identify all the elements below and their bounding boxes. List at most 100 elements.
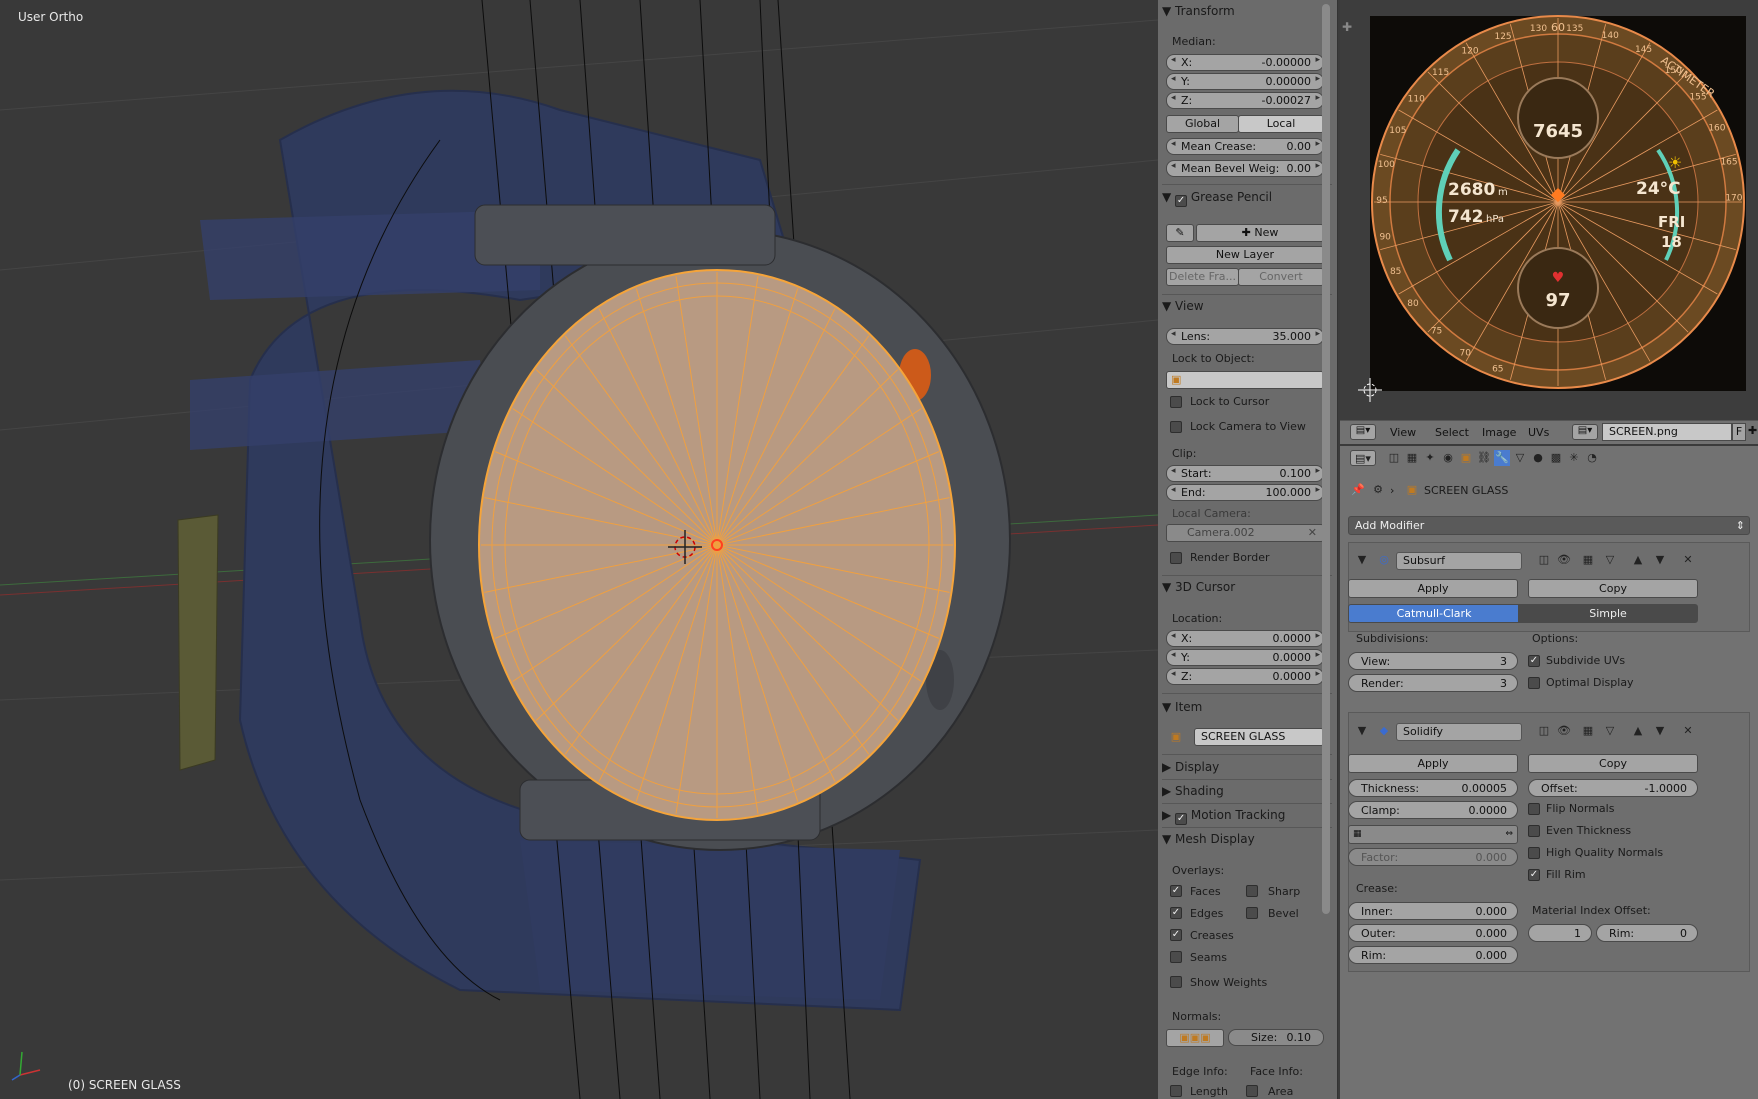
collapse-icon[interactable]: ▼: [1354, 552, 1370, 568]
render-layers-tab-icon[interactable]: ▦: [1404, 450, 1420, 466]
sharp-checkbox[interactable]: [1246, 885, 1258, 897]
properties-n-panel[interactable]: ▼ Transform Median: ◂ X: -0.00000 ▸ ◂ Y: 0.00…: [1158, 0, 1338, 1099]
render-toggle-icon[interactable]: ◫: [1536, 552, 1552, 568]
global-button[interactable]: Global: [1166, 115, 1239, 133]
normal-size-field[interactable]: Size: 0.10: [1228, 1029, 1324, 1046]
faces-checkbox[interactable]: ✓: [1170, 885, 1182, 897]
crease-outer-field[interactable]: Outer: 0.000: [1348, 924, 1518, 942]
viewport-scene[interactable]: [0, 0, 1158, 1099]
mean-bevel-field[interactable]: ◂ Mean Bevel Weig: 0.00 ▸: [1166, 160, 1324, 177]
transform-panel-header[interactable]: ▼ Transform: [1162, 1, 1235, 21]
editmode-toggle-icon[interactable]: ▦: [1580, 552, 1596, 568]
physics-tab-icon[interactable]: ◔: [1584, 450, 1600, 466]
median-x-field[interactable]: ◂ X: -0.00000 ▸: [1166, 54, 1324, 71]
item-name-field[interactable]: SCREEN GLASS: [1194, 728, 1324, 746]
area-checkbox[interactable]: [1246, 1085, 1258, 1097]
material-offset-field[interactable]: 1: [1528, 924, 1592, 942]
move-up-icon[interactable]: ▲: [1630, 552, 1646, 568]
lock-camera-checkbox[interactable]: [1170, 421, 1182, 433]
fill-rim-checkbox[interactable]: ✓: [1528, 869, 1540, 881]
particles-tab-icon[interactable]: ✳: [1566, 450, 1582, 466]
shading-panel-header[interactable]: ▶ Shading: [1162, 781, 1224, 801]
remove-modifier-icon[interactable]: ✕: [1680, 723, 1696, 739]
cursor-z-field[interactable]: ◂ Z: 0.0000 ▸: [1166, 668, 1324, 685]
editmode-toggle-icon[interactable]: ▦: [1580, 723, 1596, 739]
new-image-icon[interactable]: ✚: [1748, 424, 1757, 437]
catmull-clark-button[interactable]: Catmull-Clark: [1348, 604, 1520, 623]
subsurf-render-field[interactable]: Render: 3: [1348, 674, 1518, 692]
subsurf-view-field[interactable]: View: 3: [1348, 652, 1518, 670]
move-down-icon[interactable]: ▼: [1652, 552, 1668, 568]
edges-checkbox[interactable]: ✓: [1170, 907, 1182, 919]
cage-toggle-icon[interactable]: ▽: [1602, 552, 1618, 568]
motion-tracking-checkbox[interactable]: ✓: [1175, 813, 1188, 825]
menu-image[interactable]: Image: [1482, 426, 1516, 439]
texture-tab-icon[interactable]: ▩: [1548, 450, 1564, 466]
image-browse-icon[interactable]: ▤▾: [1572, 424, 1598, 440]
render-border-checkbox[interactable]: [1170, 552, 1182, 564]
mean-crease-field[interactable]: ◂ Mean Crease: 0.00 ▸: [1166, 138, 1324, 155]
modifiers-tab-icon[interactable]: 🔧: [1494, 450, 1510, 466]
subsurf-name-field[interactable]: Subsurf: [1396, 552, 1522, 570]
menu-view[interactable]: View: [1390, 426, 1416, 439]
new-layer-button[interactable]: New Layer: [1166, 246, 1324, 264]
view-panel-header[interactable]: ▼ View: [1162, 296, 1204, 316]
cursor-x-field[interactable]: ◂ X: 0.0000 ▸: [1166, 630, 1324, 647]
flip-normals-checkbox[interactable]: [1528, 803, 1540, 815]
clamp-field[interactable]: Clamp: 0.0000: [1348, 801, 1518, 819]
length-checkbox[interactable]: [1170, 1085, 1182, 1097]
grease-pencil-panel-header[interactable]: ▼ ✓ Grease Pencil: [1162, 187, 1272, 207]
simple-button[interactable]: Simple: [1518, 604, 1698, 623]
cursor-y-field[interactable]: ◂ Y: 0.0000 ▸: [1166, 649, 1324, 666]
3d-viewport[interactable]: User Ortho (0) SCREEN GLASS: [0, 0, 1158, 1099]
invert-icon[interactable]: ⇔: [1505, 826, 1513, 843]
motion-tracking-panel-header[interactable]: ▶ ✓ Motion Tracking: [1162, 805, 1285, 825]
clip-start-field[interactable]: ◂ Start: 0.100 ▸: [1166, 465, 1324, 482]
normals-buttons[interactable]: ▣▣▣: [1166, 1029, 1224, 1047]
scene-tab-icon[interactable]: ✦: [1422, 450, 1438, 466]
bevel-checkbox[interactable]: [1246, 907, 1258, 919]
solidify-name-field[interactable]: Solidify: [1396, 723, 1522, 741]
delete-frame-button[interactable]: Delete Fra...: [1166, 268, 1239, 286]
seams-checkbox[interactable]: [1170, 951, 1182, 963]
clear-icon[interactable]: ✕: [1308, 525, 1317, 541]
local-button[interactable]: Local: [1238, 115, 1324, 133]
display-panel-header[interactable]: ▶ Display: [1162, 757, 1219, 777]
collapse-icon[interactable]: ▼: [1354, 723, 1370, 739]
render-tab-icon[interactable]: ◫: [1386, 450, 1402, 466]
solidify-apply-button[interactable]: Apply: [1348, 754, 1518, 773]
editor-type-icon[interactable]: ▤▾: [1350, 450, 1376, 466]
creases-checkbox[interactable]: ✓: [1170, 929, 1182, 941]
render-toggle-icon[interactable]: ◫: [1536, 723, 1552, 739]
mesh-display-panel-header[interactable]: ▼ Mesh Display: [1162, 829, 1255, 849]
cage-toggle-icon[interactable]: ▽: [1602, 723, 1618, 739]
subsurf-copy-button[interactable]: Copy: [1528, 579, 1698, 598]
lock-to-cursor-checkbox[interactable]: [1170, 396, 1182, 408]
clip-end-field[interactable]: ◂ End: 100.000 ▸: [1166, 484, 1324, 501]
material-tab-icon[interactable]: ●: [1530, 450, 1546, 466]
local-camera-field[interactable]: Camera.002 ✕: [1166, 524, 1324, 542]
lock-object-field[interactable]: ▣: [1166, 371, 1324, 389]
menu-select[interactable]: Select: [1435, 426, 1469, 439]
subdivide-uvs-checkbox[interactable]: ✓: [1528, 655, 1540, 667]
fake-user-button[interactable]: F: [1732, 423, 1746, 441]
thickness-field[interactable]: Thickness: 0.00005: [1348, 779, 1518, 797]
viewport-toggle-icon[interactable]: 👁: [1556, 552, 1572, 568]
offset-field[interactable]: Offset: -1.0000: [1528, 779, 1698, 797]
median-y-field[interactable]: ◂ Y: 0.00000 ▸: [1166, 73, 1324, 90]
watch-face-texture[interactable]: 60 ACTIMETER 7645 2680 m 742 hPa 24°C FR…: [1340, 0, 1758, 420]
add-modifier-dropdown[interactable]: Add Modifier ⇕: [1348, 516, 1750, 535]
subsurf-apply-button[interactable]: Apply: [1348, 579, 1518, 598]
pin-icon[interactable]: 📌: [1350, 482, 1366, 498]
data-tab-icon[interactable]: ▽: [1512, 450, 1528, 466]
grease-pencil-checkbox[interactable]: ✓: [1175, 195, 1188, 207]
median-z-field[interactable]: ◂ Z: -0.00027 ▸: [1166, 92, 1324, 109]
solidify-copy-button[interactable]: Copy: [1528, 754, 1698, 773]
crease-inner-field[interactable]: Inner: 0.000: [1348, 902, 1518, 920]
lens-field[interactable]: ◂ Lens: 35.000 ▸: [1166, 328, 1324, 345]
uv-image-editor[interactable]: ✚ 60 ACTIMETER 7645 2680 m 742 hPa 24°C …: [1340, 0, 1758, 420]
remove-modifier-icon[interactable]: ✕: [1680, 552, 1696, 568]
world-tab-icon[interactable]: ◉: [1440, 450, 1456, 466]
high-quality-normals-checkbox[interactable]: [1528, 847, 1540, 859]
item-panel-header[interactable]: ▼ Item: [1162, 697, 1202, 717]
